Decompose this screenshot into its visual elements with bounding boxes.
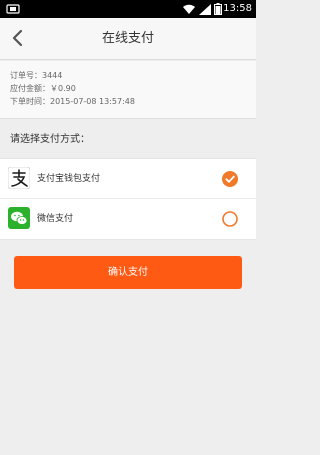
payment-option-alipay[interactable]: 支付宝钱包支付 — [0, 159, 256, 199]
order-info: 订单号：3444 应付金额：￥0.90 下单时间：2015-07-08 13:5… — [0, 61, 256, 119]
status-bar: 13:58 — [0, 0, 256, 18]
alipay-icon — [8, 167, 30, 189]
wechat-icon — [8, 207, 30, 229]
wechat-label: 微信支付 — [37, 214, 74, 224]
payment-option-wechat[interactable]: 微信支付 — [0, 199, 256, 239]
status-icons — [182, 3, 222, 15]
payment-methods: 支付宝钱包支付 微信支付 — [0, 158, 256, 240]
confirm-payment-button[interactable]: 确认支付 — [14, 256, 242, 289]
battery-icon — [214, 3, 222, 15]
order-number: 订单号：3444 — [10, 71, 63, 80]
order-time: 下单时间：2015-07-08 13:57:48 — [10, 97, 135, 106]
unchecked-radio-icon[interactable] — [222, 211, 238, 227]
top-bar: 在线支付 — [0, 18, 256, 60]
app-notification-icon — [6, 4, 20, 14]
checked-radio-icon[interactable] — [222, 171, 238, 187]
page-title: 在线支付 — [101, 31, 154, 46]
alipay-label: 支付宝钱包支付 — [37, 174, 101, 184]
signal-icon — [199, 3, 211, 15]
wifi-icon — [183, 4, 195, 14]
payment-method-prompt: 请选择支付方式： — [10, 134, 90, 145]
status-time: 13:58 — [223, 3, 252, 14]
amount-due: 应付金额：￥0.90 — [10, 84, 76, 93]
